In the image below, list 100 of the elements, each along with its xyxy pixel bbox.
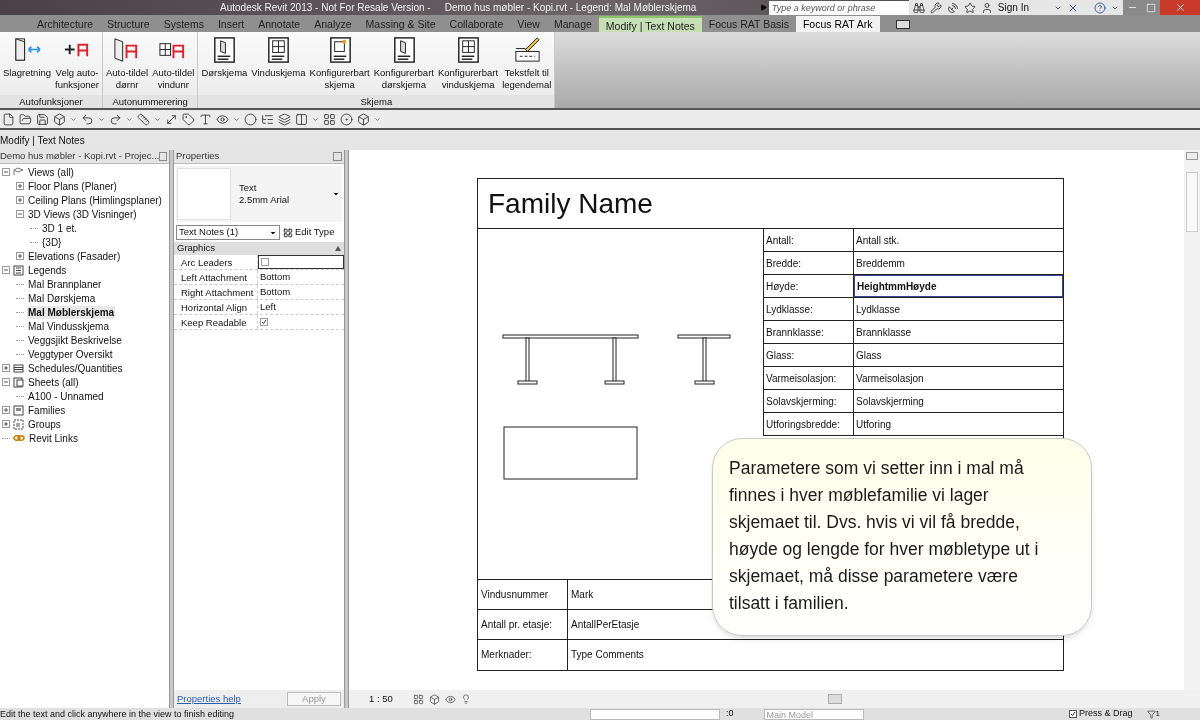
tree-item[interactable]: {3D}	[41, 235, 63, 249]
tag-icon[interactable]	[182, 112, 195, 126]
checkbox[interactable]	[260, 318, 268, 326]
tree-item[interactable]: Mal Dørskjema	[27, 291, 97, 305]
save-icon[interactable]	[36, 112, 49, 126]
tree-item[interactable]: Families	[27, 403, 67, 417]
ribbon-tab[interactable]: Modify | Text Notes	[598, 16, 702, 32]
scroll-thumb[interactable]	[828, 694, 843, 704]
schedule-value[interactable]: HeightmmHøyde	[854, 275, 1063, 297]
schedule-value[interactable]: Antall stk.	[854, 229, 1063, 251]
undo-icon[interactable]	[81, 112, 94, 126]
ribbon-button[interactable]: Vinduskjema	[249, 35, 308, 95]
properties-help-link[interactable]: Properties help	[177, 691, 241, 707]
workset-field[interactable]	[590, 708, 720, 720]
tree-item[interactable]: Elevations (Fasader)	[27, 249, 122, 263]
tree-item[interactable]: 3D 1 et.	[41, 221, 79, 235]
help-icon[interactable]	[1094, 1, 1106, 14]
lightbulb-icon[interactable]	[460, 694, 471, 704]
tree-item[interactable]: Legends	[27, 263, 68, 277]
ribbon-tab[interactable]: Structure	[100, 16, 157, 32]
tree-item[interactable]: Floor Plans (Planer)	[27, 179, 118, 193]
schedule-value[interactable]: Solavskjerming	[854, 390, 1063, 412]
user-icon[interactable]	[980, 1, 993, 14]
ribbon-tab[interactable]: Systems	[156, 16, 211, 32]
ribbon-button[interactable]: Konfigurerbart dørskjema	[371, 35, 436, 95]
ribbon-button[interactable]: Auto-tildel dørnr	[103, 35, 151, 95]
view-cube-icon[interactable]	[1186, 152, 1198, 160]
ribbon-minimize-button[interactable]	[895, 20, 910, 29]
collapse-toggle[interactable]	[2, 266, 10, 274]
collapse-toggle[interactable]	[2, 378, 10, 386]
caret-icon[interactable]	[332, 190, 340, 198]
expand-toggle[interactable]	[2, 364, 10, 372]
checkbox[interactable]	[261, 258, 269, 266]
binoculars-icon[interactable]	[912, 1, 925, 14]
satellite-dish-icon[interactable]	[946, 1, 959, 14]
ribbon-button[interactable]: Slagretning	[1, 35, 54, 95]
ribbon-tab[interactable]: Collaborate	[442, 16, 511, 32]
ribbon-button[interactable]: Velg auto- funksjoner	[53, 35, 101, 95]
tree-item[interactable]: Views (all)	[27, 165, 75, 179]
visual-style-icon[interactable]	[428, 693, 440, 705]
ruler-icon[interactable]	[137, 112, 150, 126]
scale-label[interactable]: 1 : 50	[369, 691, 393, 707]
circle-icon[interactable]	[244, 112, 257, 126]
tree-item[interactable]: 3D Views (3D Visninger)	[27, 207, 138, 221]
instance-dropdown[interactable]: Text Notes (1)	[176, 225, 280, 240]
schedule-value[interactable]: Breddemm	[854, 252, 1063, 274]
property-value[interactable]: Bottom	[258, 285, 344, 299]
type-selector[interactable]: Text 2.5mm Arial	[176, 166, 342, 222]
close-button[interactable]	[1160, 0, 1200, 15]
ribbon-tab[interactable]: Massing & Site	[358, 16, 443, 32]
ribbon-button[interactable]: Auto-tildel vindunr	[150, 35, 197, 95]
ribbon-tab[interactable]: View	[510, 16, 547, 32]
folder-icon[interactable]	[19, 112, 32, 126]
redo-icon[interactable]	[109, 112, 122, 126]
search-field[interactable]: Type a keyword or phrase	[768, 0, 909, 15]
tree-item[interactable]: Sheets (all)	[27, 375, 80, 389]
new-file-icon[interactable]	[2, 112, 15, 126]
schedule-value[interactable]: Varmeisolasjon	[854, 367, 1063, 389]
collapse-toggle[interactable]	[2, 168, 10, 176]
tree-item[interactable]: Groups	[27, 417, 62, 431]
edit-type-button[interactable]: Edit Type	[282, 225, 336, 240]
component-icon[interactable]	[357, 112, 370, 126]
expand-toggle[interactable]	[16, 252, 24, 260]
show-hide-icon[interactable]	[444, 693, 456, 705]
tree-item[interactable]: Ceiling Plans (Himlingsplaner)	[27, 193, 163, 207]
panel-close-icon[interactable]	[333, 152, 342, 161]
tree-item[interactable]: Veggsjikt Beskrivelse	[27, 333, 123, 347]
grid-icon[interactable]	[323, 112, 336, 126]
ribbon-tab[interactable]: Focus RAT Basis	[701, 16, 796, 32]
tree-item[interactable]: Mal Møblerskjema	[27, 305, 116, 319]
ribbon-tab[interactable]: Analyze	[307, 16, 359, 32]
tree-item[interactable]: Revit Links	[28, 431, 79, 445]
property-value[interactable]: Left	[258, 300, 344, 314]
tree-item[interactable]: A100 - Unnamed	[27, 389, 105, 403]
property-value[interactable]	[258, 255, 344, 269]
view-icon[interactable]	[216, 112, 229, 126]
filter-icon[interactable]	[1146, 709, 1156, 719]
ribbon-button[interactable]: Konfigurerbart vinduskjema	[435, 35, 501, 95]
vertical-scrollbar[interactable]	[1184, 150, 1200, 690]
collapse-toggle[interactable]	[16, 210, 24, 218]
press-drag-checkbox[interactable]	[1069, 710, 1077, 718]
schedule-value[interactable]: Lydklasse	[854, 298, 1063, 320]
text-icon[interactable]	[199, 112, 212, 126]
list-icon[interactable]	[261, 112, 274, 126]
expand-icon[interactable]	[759, 4, 767, 11]
maximize-icon[interactable]	[1146, 2, 1156, 13]
target-icon[interactable]	[340, 112, 353, 126]
ribbon-button[interactable]: Dørskjema	[199, 35, 250, 95]
ribbon-tab[interactable]: Manage	[546, 16, 599, 32]
collapse-icon[interactable]	[335, 246, 341, 251]
windows-icon[interactable]	[295, 112, 308, 126]
expand-toggle[interactable]	[16, 182, 24, 190]
ribbon-tab[interactable]: Focus RAT Ark	[795, 16, 880, 32]
schedule-value[interactable]: Glass	[854, 344, 1063, 366]
wrench-icon[interactable]	[929, 1, 942, 14]
expand-toggle[interactable]	[2, 420, 10, 428]
panel-close-icon[interactable]	[159, 152, 167, 161]
ribbon-button[interactable]: Tekstfelt til legendemal	[500, 35, 554, 95]
tree-item[interactable]: Mal Brannplaner	[27, 277, 103, 291]
property-value[interactable]: Bottom	[258, 270, 344, 284]
